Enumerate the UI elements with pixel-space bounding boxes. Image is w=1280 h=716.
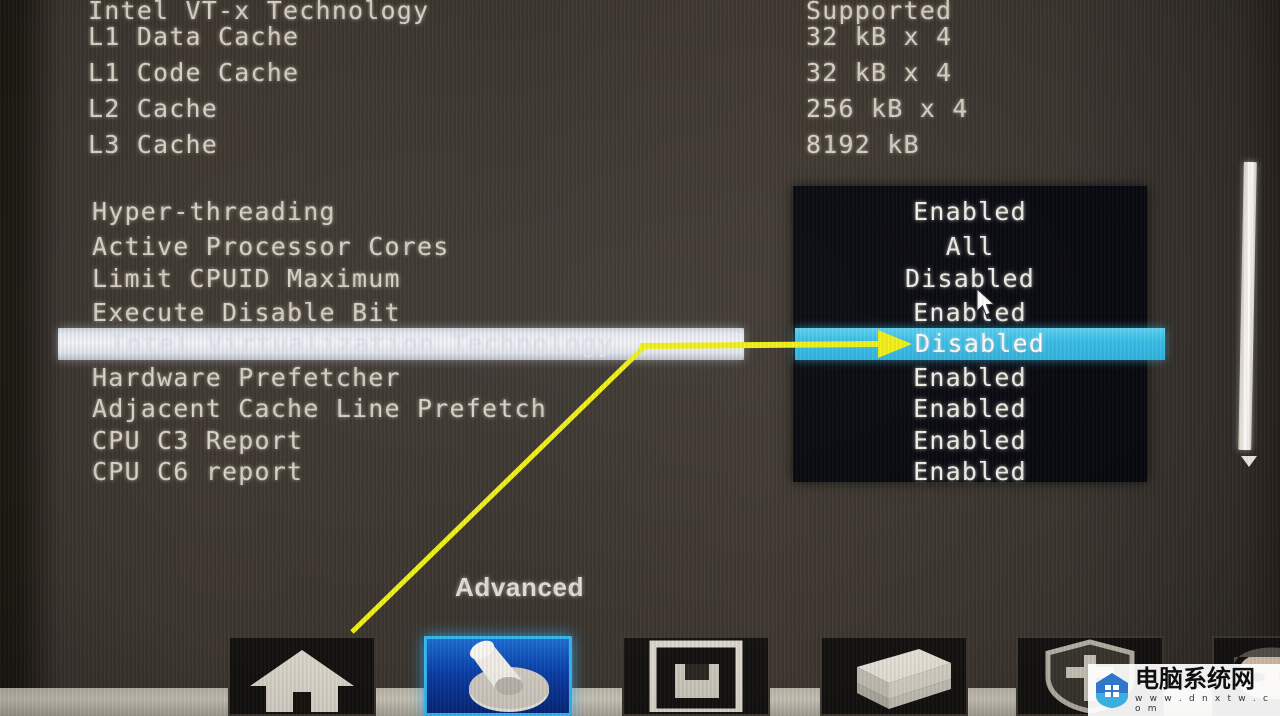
site-watermark: 电脑系统网 w w w . d n x t w . c o m xyxy=(1088,664,1280,716)
bios-setup-screen: Intel VT-x Technology Supported L1 Data … xyxy=(0,0,1280,716)
setting-row-active-processor-cores[interactable]: Active Processor Cores xyxy=(92,231,450,263)
switch-icon xyxy=(427,639,569,713)
mouse-pointer-icon xyxy=(975,287,999,324)
setting-row-adjacent-cache-line-prefetch[interactable]: Adjacent Cache Line Prefetch xyxy=(92,393,547,425)
setting-row-limit-cpuid-maximum[interactable]: Limit CPUID Maximum xyxy=(92,263,401,295)
setting-row-cpu-c6-report[interactable]: CPU C6 report xyxy=(92,456,303,488)
watermark-url: w w w . d n x t w . c o m xyxy=(1135,693,1271,714)
value-active-processor-cores[interactable]: All xyxy=(793,231,1147,263)
floppy-disk-icon xyxy=(624,638,768,714)
page-title: Advanced xyxy=(455,572,585,602)
info-value-l1-data: 32 kB x 4 xyxy=(806,22,953,51)
save-tab[interactable] xyxy=(622,636,770,716)
info-value-l3: 8192 kB xyxy=(806,130,920,159)
vertical-scrollbar[interactable] xyxy=(1238,161,1257,472)
house-shield-logo xyxy=(1096,673,1128,708)
value-cpu-c6-report[interactable]: Enabled xyxy=(793,456,1147,488)
settings-value-panel: Enabled All Disabled Enabled Disabled En… xyxy=(793,186,1165,486)
value-cpu-c3-report[interactable]: Enabled xyxy=(793,425,1147,457)
value-hardware-prefetcher[interactable]: Enabled xyxy=(793,362,1147,394)
info-label-l1-data: L1 Data Cache xyxy=(88,22,300,51)
value-execute-disable-bit[interactable]: Enabled xyxy=(793,297,1147,329)
value-limit-cpuid-maximum[interactable]: Disabled xyxy=(793,263,1147,295)
info-value-l2: 256 kB x 4 xyxy=(806,94,969,123)
value-intel-virtualization-technology[interactable]: Disabled xyxy=(795,328,1165,360)
chevron-down-icon[interactable] xyxy=(1241,456,1257,467)
boot-tab[interactable] xyxy=(820,636,968,716)
setting-row-execute-disable-bit[interactable]: Execute Disable Bit xyxy=(92,297,401,329)
value-adjacent-cache-line-prefetch[interactable]: Enabled xyxy=(793,393,1147,425)
setting-row-cpu-c3-report[interactable]: CPU C3 Report xyxy=(92,425,303,457)
value-hyper-threading[interactable]: Enabled xyxy=(793,196,1147,228)
main-tab[interactable] xyxy=(228,636,376,716)
setting-row-intel-virtualization-technology[interactable]: Intel Virtualization Technology xyxy=(58,328,744,360)
info-label-l3: L3 Cache xyxy=(88,130,219,159)
setting-row-hardware-prefetcher[interactable]: Hardware Prefetcher xyxy=(92,362,401,394)
scrollbar-thumb[interactable] xyxy=(1238,161,1257,451)
drive-stack-icon xyxy=(822,638,966,714)
advanced-tab[interactable] xyxy=(424,636,572,716)
watermark-title: 电脑系统网 xyxy=(1135,664,1255,693)
info-value-l1-code: 32 kB x 4 xyxy=(806,58,953,87)
info-label-l2: L2 Cache xyxy=(88,94,219,123)
setting-row-hyper-threading[interactable]: Hyper-threading xyxy=(92,196,336,228)
house-icon xyxy=(230,638,374,714)
info-label-l1-code: L1 Code Cache xyxy=(88,58,300,87)
